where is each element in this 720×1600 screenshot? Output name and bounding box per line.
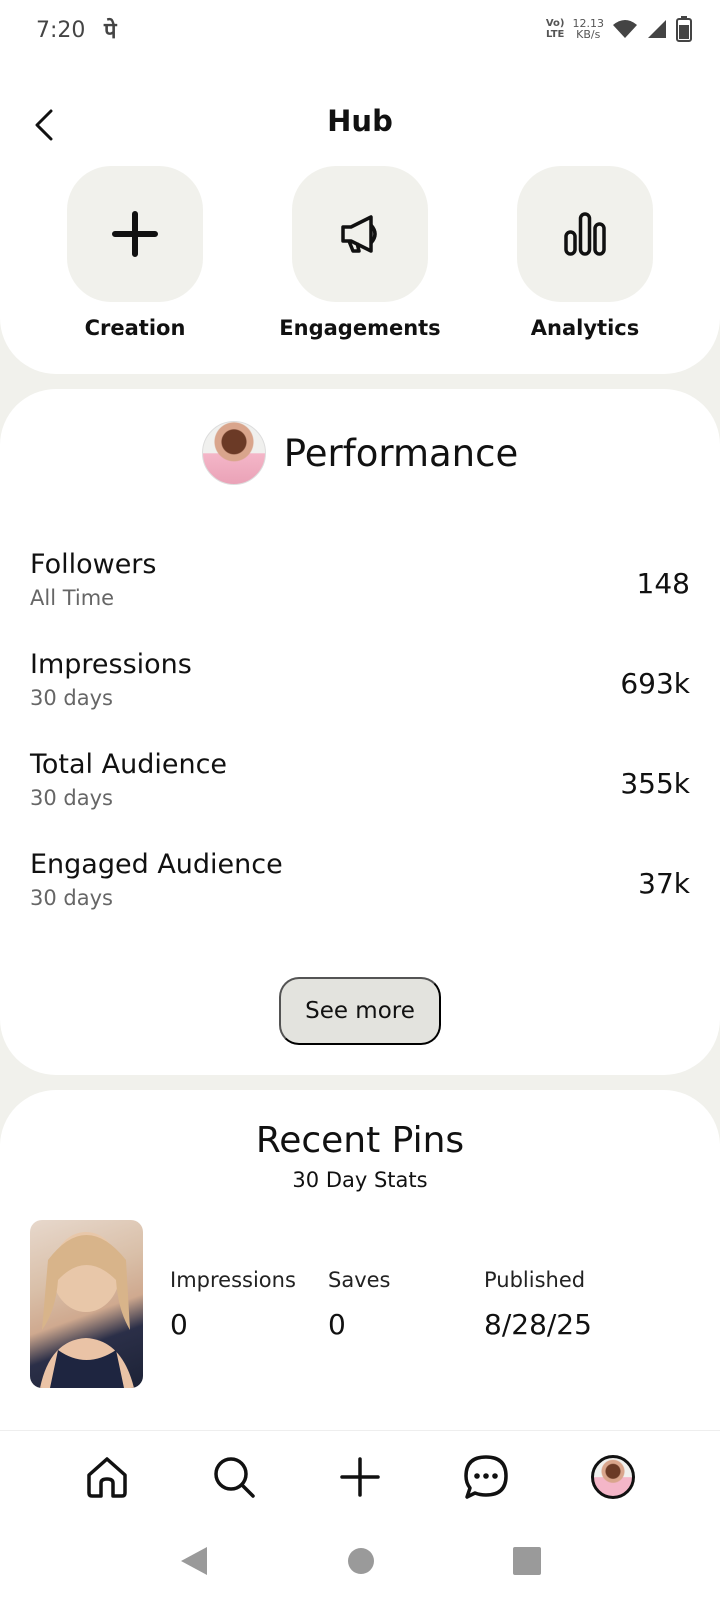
creation-tile[interactable]: Creation (35, 166, 235, 340)
status-notification-glyph: पे (104, 19, 117, 44)
analytics-tile-icon-bg (517, 166, 653, 302)
creation-label: Creation (84, 316, 186, 340)
metric-label: Followers (30, 549, 157, 580)
pin-image (40, 1232, 134, 1388)
engagements-tile-icon-bg (292, 166, 428, 302)
pin-stat-published: Published 8/28/25 (484, 1268, 592, 1341)
profile-avatar (590, 1454, 635, 1499)
metric-row-total-audience[interactable]: Total Audience 30 days 355k (30, 749, 690, 829)
create-icon (340, 1456, 380, 1497)
analytics-tile[interactable]: Analytics (485, 166, 685, 340)
analytics-label: Analytics (530, 316, 640, 340)
pin-stat-saves: Saves 0 (328, 1268, 391, 1341)
bar-chart-icon (564, 212, 606, 256)
page-title: Hub (327, 104, 393, 138)
metric-period: 30 days (30, 886, 113, 910)
pin-stat-value: 0 (328, 1308, 346, 1341)
nav-search[interactable] (204, 1447, 264, 1507)
performance-header: Performance (0, 421, 720, 485)
metric-value: 355k (620, 767, 690, 800)
metric-period: 30 days (30, 686, 113, 710)
account-avatar[interactable] (201, 421, 266, 485)
wifi-icon (613, 20, 637, 38)
status-bar: 7:20 पे Vo) LTE 12.13 KB/s (0, 0, 720, 64)
recent-pins-title: Recent Pins (255, 1120, 465, 1161)
system-recents-icon[interactable] (513, 1547, 541, 1575)
nav-create[interactable] (330, 1447, 390, 1507)
status-time: 7:20 (36, 18, 86, 43)
see-more-button[interactable]: See more (279, 977, 441, 1045)
search-icon (213, 1456, 255, 1498)
pin-thumbnail[interactable] (30, 1220, 143, 1388)
metric-label: Engaged Audience (30, 849, 283, 880)
pin-stat-impressions: Impressions 0 (170, 1268, 296, 1341)
metric-period: All Time (30, 586, 115, 610)
home-icon (87, 1456, 127, 1498)
engagements-label: Engagements (279, 316, 441, 340)
hub-header-card: Hub Creation Engagements Analytics (0, 64, 720, 374)
creation-tile-icon-bg (67, 166, 203, 302)
nav-profile[interactable] (583, 1447, 643, 1507)
volte-indicator: Vo) LTE (545, 18, 565, 40)
recent-pins-card: Recent Pins 30 Day Stats Impressions 0 S… (0, 1090, 720, 1430)
pin-stat-label: Published (484, 1268, 586, 1292)
system-navigation (0, 1522, 720, 1600)
bottom-navigation (0, 1430, 720, 1522)
signal-icon (648, 20, 666, 38)
metric-value: 693k (620, 667, 690, 700)
status-icons: Vo) LTE 12.13 KB/s (546, 16, 692, 42)
battery-icon (676, 16, 692, 42)
pin-stat-label: Saves (328, 1268, 391, 1292)
network-speed: 12.13 KB/s (573, 18, 605, 40)
pin-stat-value: 8/28/25 (484, 1308, 592, 1341)
metric-label: Impressions (30, 649, 192, 680)
system-home-icon[interactable] (347, 1547, 375, 1575)
nav-home[interactable] (77, 1447, 137, 1507)
pin-stat-label: Impressions (170, 1268, 296, 1292)
system-back-icon[interactable] (179, 1545, 209, 1577)
messages-icon (464, 1454, 509, 1499)
metric-row-followers[interactable]: Followers All Time 148 (30, 549, 690, 629)
metric-row-engaged-audience[interactable]: Engaged Audience 30 days 37k (30, 849, 690, 929)
metric-row-impressions[interactable]: Impressions 30 days 693k (30, 649, 690, 729)
metric-value: 148 (636, 567, 690, 600)
engagements-tile[interactable]: Engagements (260, 166, 460, 340)
plus-icon (112, 211, 158, 257)
metric-value: 37k (638, 867, 690, 900)
network-speed-unit: KB/s (576, 28, 601, 41)
megaphone-icon (341, 215, 377, 253)
nav-messages[interactable] (456, 1447, 516, 1507)
recent-pins-subtitle: 30 Day Stats (292, 1168, 428, 1192)
metric-period: 30 days (30, 786, 113, 810)
pin-stat-value: 0 (170, 1308, 188, 1341)
performance-card: Performance Followers All Time 148 Impre… (0, 389, 720, 1075)
metric-label: Total Audience (30, 749, 228, 780)
performance-title: Performance (283, 431, 519, 475)
